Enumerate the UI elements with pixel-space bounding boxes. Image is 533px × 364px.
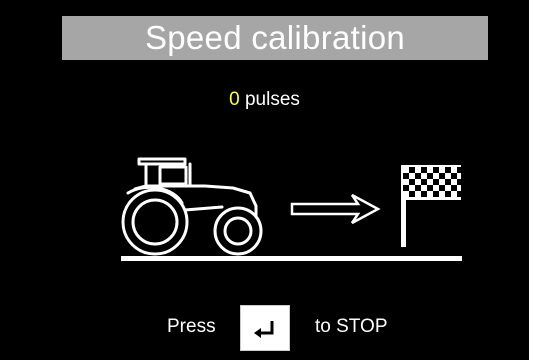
calibration-illustration <box>121 157 462 261</box>
calibration-screen: Speed calibration 0 pulses Press to STOP <box>0 0 533 364</box>
tractor-icon <box>121 157 263 256</box>
arrow-right-icon <box>290 193 381 225</box>
footer-instruction: Press to STOP <box>0 303 529 355</box>
ground-line <box>121 256 462 261</box>
press-label: Press <box>167 316 216 337</box>
checkered-flag-icon <box>401 165 461 247</box>
enter-key-icon <box>254 321 274 338</box>
stop-label: to STOP <box>315 316 388 337</box>
enter-key-button[interactable] <box>240 305 290 351</box>
